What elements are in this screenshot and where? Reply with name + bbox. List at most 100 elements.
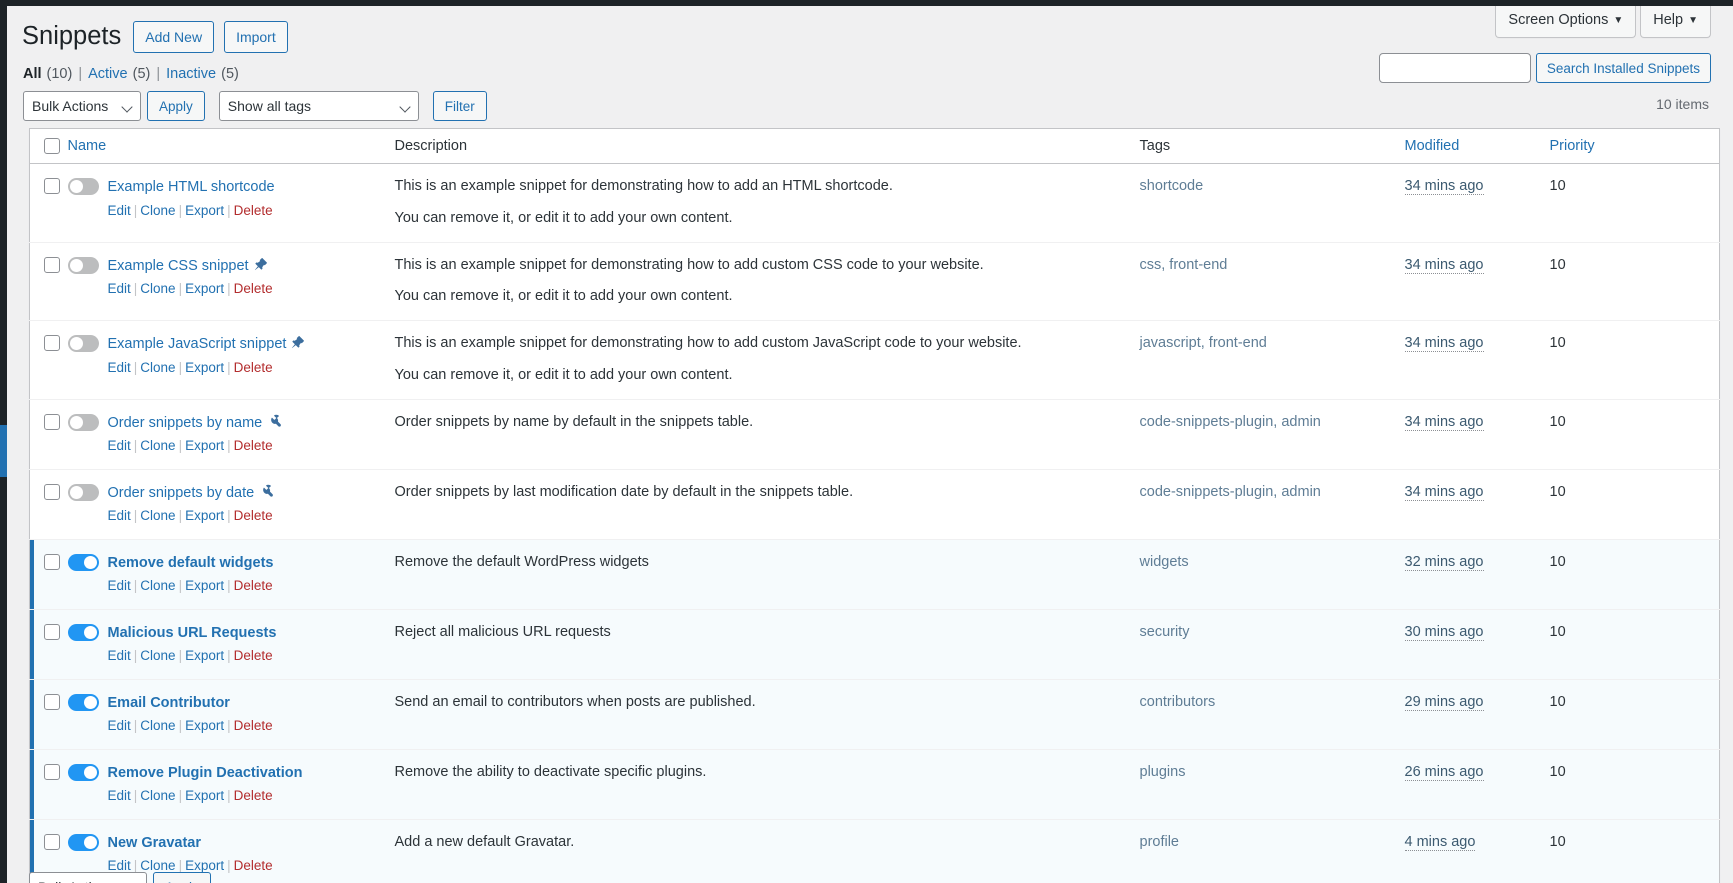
bulk-actions-select[interactable]: Bulk ActionsActivateDeactivateCloneDownl… bbox=[23, 91, 141, 121]
view-link-inactive[interactable]: Inactive bbox=[166, 66, 216, 82]
snippet-tags-link[interactable]: shortcode bbox=[1140, 178, 1204, 194]
row-select-checkbox[interactable] bbox=[44, 554, 60, 570]
tags-filter-select[interactable]: Show all tagsshortcodecssfront-endjavasc… bbox=[219, 91, 419, 121]
sort-by-priority-link[interactable]: Priority bbox=[1550, 138, 1595, 154]
snippet-name-link[interactable]: New Gravatar bbox=[108, 835, 202, 851]
snippet-name-link[interactable]: Remove Plugin Deactivation bbox=[108, 765, 303, 781]
clone-link[interactable]: Clone bbox=[140, 508, 175, 523]
row-select-checkbox[interactable] bbox=[44, 484, 60, 500]
delete-link[interactable]: Delete bbox=[234, 203, 273, 218]
select-all-checkbox-top[interactable] bbox=[44, 138, 60, 154]
screen-options-button[interactable]: Screen Options▼ bbox=[1495, 6, 1636, 38]
bulk-actions-select-bottom[interactable]: Bulk ActionsActivateDeactivateCloneDownl… bbox=[29, 872, 147, 883]
row-select-checkbox[interactable] bbox=[44, 414, 60, 430]
search-input[interactable] bbox=[1379, 53, 1531, 83]
delete-link[interactable]: Delete bbox=[234, 281, 273, 296]
snippet-activate-toggle[interactable] bbox=[68, 414, 99, 431]
delete-link[interactable]: Delete bbox=[234, 508, 273, 523]
snippet-activate-toggle[interactable] bbox=[68, 484, 99, 501]
apply-button-bottom[interactable]: Apply bbox=[153, 872, 211, 883]
clone-link[interactable]: Clone bbox=[140, 788, 175, 803]
view-link-all[interactable]: All bbox=[23, 66, 42, 82]
export-link[interactable]: Export bbox=[185, 203, 224, 218]
snippet-name-link[interactable]: Remove default widgets bbox=[108, 555, 274, 571]
snippet-tags-link[interactable]: widgets bbox=[1140, 554, 1189, 570]
snippet-activate-toggle[interactable] bbox=[68, 335, 99, 352]
add-new-button[interactable]: Add New bbox=[133, 21, 214, 53]
sort-by-name-link[interactable]: Name bbox=[68, 138, 107, 154]
edit-link[interactable]: Edit bbox=[108, 281, 131, 296]
edit-link[interactable]: Edit bbox=[108, 360, 131, 375]
row-select-checkbox[interactable] bbox=[44, 257, 60, 273]
snippet-name-link[interactable]: Example CSS snippet bbox=[108, 258, 249, 274]
export-link[interactable]: Export bbox=[185, 281, 224, 296]
snippet-tags-link[interactable]: javascript, front-end bbox=[1140, 335, 1267, 351]
snippet-activate-toggle[interactable] bbox=[68, 257, 99, 274]
admin-menu-sidebar[interactable] bbox=[0, 6, 7, 883]
delete-link[interactable]: Delete bbox=[234, 788, 273, 803]
clone-link[interactable]: Clone bbox=[140, 360, 175, 375]
row-select-checkbox[interactable] bbox=[44, 178, 60, 194]
delete-link[interactable]: Delete bbox=[234, 360, 273, 375]
snippet-tags-link[interactable]: code-snippets-plugin, admin bbox=[1140, 414, 1321, 430]
chevron-down-icon: ▼ bbox=[1688, 15, 1698, 26]
apply-button[interactable]: Apply bbox=[147, 91, 205, 121]
clone-link[interactable]: Clone bbox=[140, 438, 175, 453]
delete-link[interactable]: Delete bbox=[234, 858, 273, 873]
snippet-activate-toggle[interactable] bbox=[68, 178, 99, 195]
snippet-name-link[interactable]: Email Contributor bbox=[108, 695, 230, 711]
export-link[interactable]: Export bbox=[185, 648, 224, 663]
export-link[interactable]: Export bbox=[185, 508, 224, 523]
snippet-activate-toggle[interactable] bbox=[68, 764, 99, 781]
row-select-checkbox[interactable] bbox=[44, 694, 60, 710]
snippet-activate-toggle[interactable] bbox=[68, 694, 99, 711]
snippet-name-link[interactable]: Order snippets by date bbox=[108, 485, 255, 501]
import-button[interactable]: Import bbox=[224, 21, 288, 53]
delete-link[interactable]: Delete bbox=[234, 438, 273, 453]
clone-link[interactable]: Clone bbox=[140, 578, 175, 593]
edit-link[interactable]: Edit bbox=[108, 648, 131, 663]
clone-link[interactable]: Clone bbox=[140, 718, 175, 733]
snippet-name-link[interactable]: Order snippets by name bbox=[108, 415, 263, 431]
export-link[interactable]: Export bbox=[185, 718, 224, 733]
help-button[interactable]: Help▼ bbox=[1640, 6, 1711, 38]
snippet-tags-link[interactable]: profile bbox=[1140, 834, 1180, 850]
delete-link[interactable]: Delete bbox=[234, 578, 273, 593]
export-link[interactable]: Export bbox=[185, 578, 224, 593]
edit-link[interactable]: Edit bbox=[108, 788, 131, 803]
edit-link[interactable]: Edit bbox=[108, 578, 131, 593]
export-link[interactable]: Export bbox=[185, 438, 224, 453]
filter-button[interactable]: Filter bbox=[433, 91, 487, 121]
edit-link[interactable]: Edit bbox=[108, 438, 131, 453]
snippet-tags-link[interactable]: code-snippets-plugin, admin bbox=[1140, 484, 1321, 500]
snippet-tags-link[interactable]: plugins bbox=[1140, 764, 1186, 780]
export-link[interactable]: Export bbox=[185, 788, 224, 803]
edit-link[interactable]: Edit bbox=[108, 508, 131, 523]
snippet-activate-toggle[interactable] bbox=[68, 624, 99, 641]
export-link[interactable]: Export bbox=[185, 360, 224, 375]
clone-link[interactable]: Clone bbox=[140, 648, 175, 663]
clone-link[interactable]: Clone bbox=[140, 203, 175, 218]
row-select-cell bbox=[30, 242, 68, 321]
row-select-checkbox[interactable] bbox=[44, 764, 60, 780]
clone-link[interactable]: Clone bbox=[140, 281, 175, 296]
snippet-tags-link[interactable]: css, front-end bbox=[1140, 257, 1228, 273]
snippet-tags-link[interactable]: contributors bbox=[1140, 694, 1216, 710]
view-link-active[interactable]: Active bbox=[88, 66, 128, 82]
snippet-name-link[interactable]: Malicious URL Requests bbox=[108, 625, 277, 641]
snippet-activate-toggle[interactable] bbox=[68, 834, 99, 851]
delete-link[interactable]: Delete bbox=[234, 718, 273, 733]
sort-by-modified-link[interactable]: Modified bbox=[1405, 138, 1460, 154]
delete-link[interactable]: Delete bbox=[234, 648, 273, 663]
row-select-checkbox[interactable] bbox=[44, 834, 60, 850]
edit-link[interactable]: Edit bbox=[108, 203, 131, 218]
row-select-checkbox[interactable] bbox=[44, 624, 60, 640]
wrench-icon bbox=[258, 484, 273, 499]
edit-link[interactable]: Edit bbox=[108, 718, 131, 733]
row-select-checkbox[interactable] bbox=[44, 335, 60, 351]
snippet-tags-link[interactable]: security bbox=[1140, 624, 1190, 640]
snippet-name-link[interactable]: Example HTML shortcode bbox=[108, 179, 275, 195]
search-submit-button[interactable]: Search Installed Snippets bbox=[1536, 53, 1711, 83]
snippet-activate-toggle[interactable] bbox=[68, 554, 99, 571]
snippet-name-link[interactable]: Example JavaScript snippet bbox=[108, 336, 287, 352]
